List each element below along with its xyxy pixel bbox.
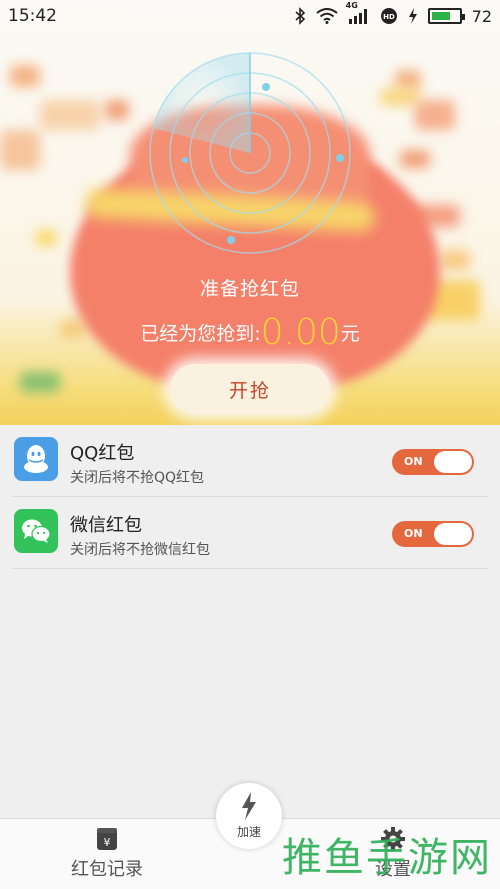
tab-records[interactable]: ¥ 红包记录 (47, 826, 167, 881)
battery-icon (427, 8, 465, 24)
svg-text:¥: ¥ (104, 836, 111, 849)
hd-icon: HD (380, 7, 398, 25)
boost-label: 加速 (236, 825, 261, 839)
wechat-subtitle: 关闭后将不抢微信红包 (70, 542, 210, 558)
wifi-icon (316, 8, 338, 24)
charging-icon (408, 8, 418, 24)
tab-records-label: 红包记录 (71, 859, 143, 880)
settings-list: QQ红包 关闭后将不抢QQ红包 ON 微信红包 关闭后将不抢微信红包 ON (0, 425, 500, 569)
amount-prefix: 已经为您抢到: (140, 323, 261, 345)
amount-unit: 元 (340, 323, 360, 345)
signal-icon: 4G (346, 1, 370, 24)
qq-toggle[interactable]: ON (392, 449, 474, 475)
boost-button[interactable]: 加速 (216, 783, 282, 849)
site-watermark: 推鱼手游网 (282, 835, 492, 881)
qq-subtitle: 关闭后将不抢QQ红包 (70, 470, 205, 486)
radar-icon (149, 52, 351, 254)
toggle-knob (434, 451, 472, 473)
status-time: 15:42 (8, 6, 57, 26)
bluetooth-icon (294, 7, 306, 25)
list-item-qq: QQ红包 关闭后将不抢QQ红包 ON (12, 425, 488, 497)
start-grab-button[interactable]: 开抢 (170, 364, 330, 414)
wechat-toggle[interactable]: ON (392, 521, 474, 547)
battery-percent: 72 (471, 6, 492, 26)
wallet-icon: ¥ (47, 826, 167, 852)
qq-title: QQ红包 (70, 443, 135, 464)
list-item-wechat: 微信红包 关闭后将不抢微信红包 ON (12, 497, 488, 569)
hero-banner: 准备抢红包 已经为您抢到:0.00元 开抢 (0, 0, 500, 425)
amount-value: 0.00 (260, 312, 341, 353)
svg-text:HD: HD (383, 13, 395, 21)
qq-toggle-label: ON (404, 455, 423, 468)
ready-status-title: 准备抢红包 (199, 278, 300, 300)
network-type: 4G (345, 1, 358, 10)
toggle-knob (434, 523, 472, 545)
wechat-title: 微信红包 (70, 515, 142, 536)
wechat-icon (14, 509, 58, 553)
lightning-icon (240, 792, 258, 823)
qq-icon (14, 437, 58, 481)
amount-line: 已经为您抢到:0.00元 (0, 312, 500, 353)
wechat-toggle-label: ON (404, 527, 423, 540)
status-bar: 15:42 4G HD 72 (0, 0, 500, 32)
